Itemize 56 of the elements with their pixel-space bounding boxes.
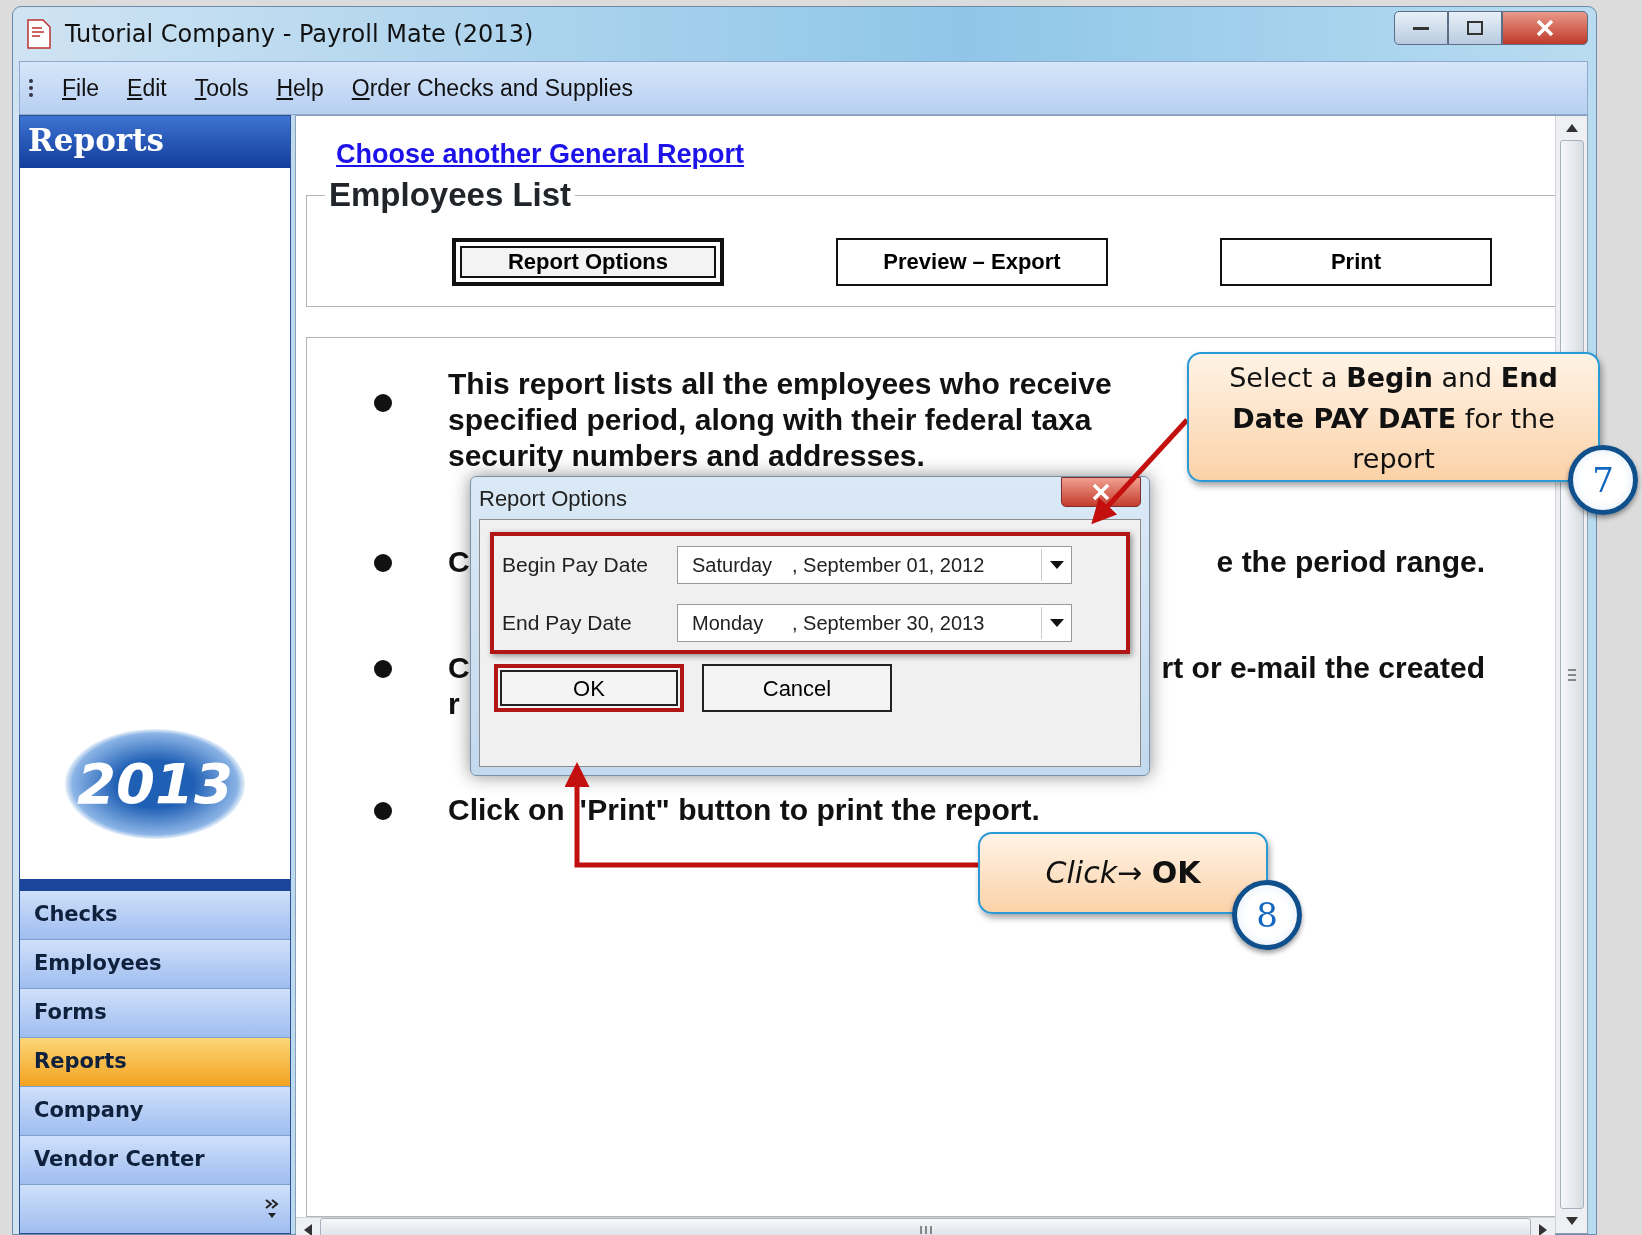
bullet-text: Click on "Print" button to print the report. [448,791,1040,828]
left-arrow-icon[interactable] [302,1222,314,1235]
dialog-button[interactable]: OK [494,664,684,712]
report-button[interactable]: Preview – Export [836,237,1108,286]
bullet-icon [374,393,392,412]
window-title: Tutorial Company - Payroll Mate (2013) [65,19,534,50]
dropdown-arrow-icon[interactable] [1049,561,1064,569]
menu-item[interactable]: Edit [127,70,167,106]
bullet-icon [374,801,392,820]
bullet-text: specified period, along with their federal taxa [448,401,1092,438]
scrollbar-thumb[interactable] [320,1217,1531,1235]
close-icon[interactable] [1091,483,1111,501]
bullet-icon [374,553,392,572]
bullet-text: e the period range. [1216,543,1485,580]
bullet-text: C [448,543,470,580]
sidebar-item[interactable]: Company [20,1087,290,1136]
field-label: Begin Pay Date [502,552,649,579]
maximize-icon[interactable] [1466,20,1484,36]
bullet-icon [374,659,392,678]
bullet-text: This report lists all the employees who receive [448,365,1112,402]
date-dropdown[interactable]: Monday , September 30, 2013 [677,604,1072,642]
right-arrow-icon[interactable] [1537,1222,1549,1235]
dialog-title: Report Options [479,484,627,513]
sidebar-item[interactable]: Employees [20,940,290,989]
up-arrow-icon[interactable] [1564,122,1579,134]
menu-item[interactable]: Tools [194,70,249,106]
document-icon [25,18,53,50]
minimize-button[interactable] [1394,11,1448,45]
report-button[interactable]: Report Options [452,237,724,286]
sidebar-title: Reports [20,116,290,168]
logo: 2013 [65,729,245,839]
close-icon[interactable] [1535,19,1555,37]
sidebar-item[interactable]: Vendor Center [20,1136,290,1185]
chevron-icon[interactable] [264,1198,280,1220]
bullet-text: security numbers and addresses. [448,437,925,474]
bullet-text: r [448,685,460,722]
maximize-button[interactable] [1448,11,1502,45]
date-dropdown[interactable]: Saturday , September 01, 2012 [677,546,1072,584]
grip-icon [28,77,34,99]
field-label: End Pay Date [502,610,633,637]
sidebar-item[interactable]: Forms [20,989,290,1038]
report-button[interactable]: Print [1220,237,1492,286]
bullet-text: C [448,649,470,686]
down-arrow-icon[interactable] [1564,1215,1579,1227]
sidebar-item[interactable]: Checks [20,891,290,940]
menu-item[interactable]: Help [276,70,324,106]
splitter-handle[interactable] [20,879,290,891]
menu-item[interactable]: Order Checks and Supplies [351,70,633,106]
dropdown-arrow-icon[interactable] [1049,619,1064,627]
menu-item[interactable]: File [62,70,100,106]
sidebar-item[interactable]: Reports [20,1038,290,1087]
bullet-text: rt or e-mail the created [1161,649,1485,686]
minimize-icon[interactable] [1412,24,1430,32]
dialog-button[interactable]: Cancel [702,664,892,712]
close-button[interactable] [1502,11,1588,45]
report-link[interactable]: Choose another General Report [336,139,745,169]
